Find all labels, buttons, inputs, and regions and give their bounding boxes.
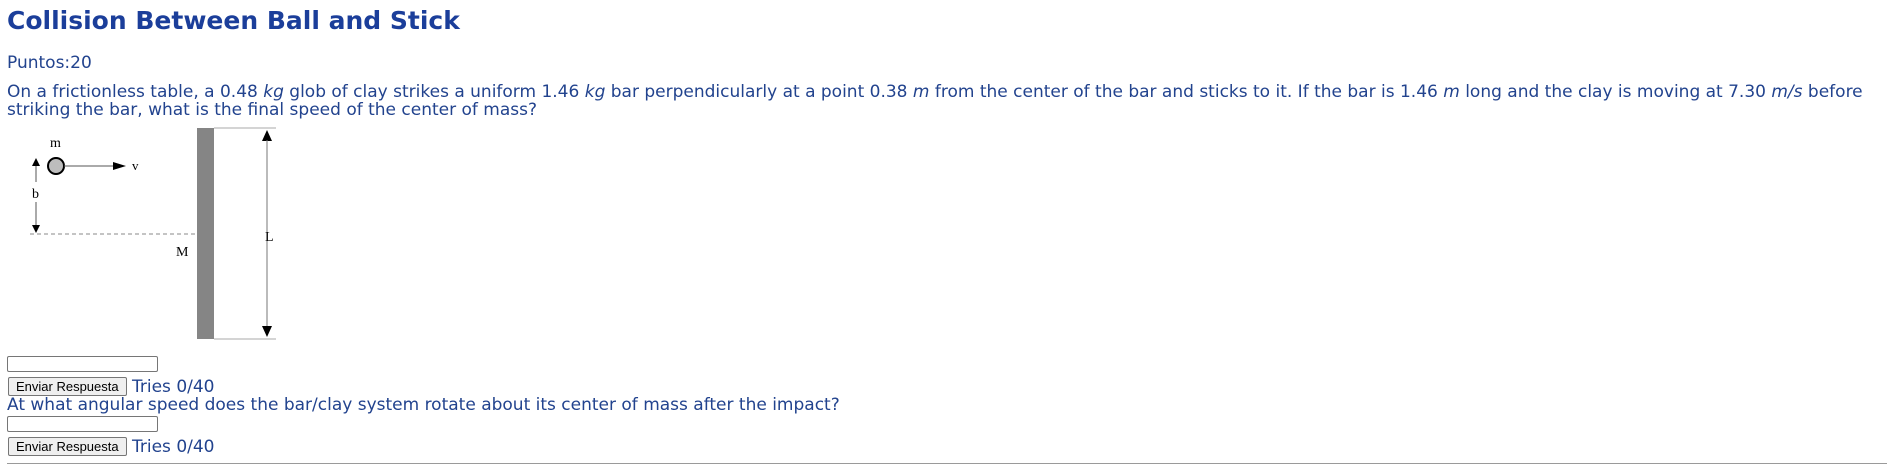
- label-b: b: [32, 187, 39, 202]
- bar: [197, 128, 214, 339]
- question-2-text: At what angular speed does the bar/clay …: [7, 395, 840, 415]
- page-title: Collision Between Ball and Stick: [7, 6, 460, 35]
- tries-counter-2: Tries 0/40: [132, 437, 215, 457]
- unit-ms: m/s: [1771, 82, 1803, 102]
- problem-text-5: long and the clay is moving at 7.30: [1459, 82, 1772, 102]
- points-label: Puntos:: [7, 53, 71, 73]
- unit-m-2: m: [1443, 82, 1460, 102]
- problem-text-4: from the center of the bar and sticks to…: [929, 82, 1444, 102]
- problem-text-3: bar perpendicularly at a point 0.38: [605, 82, 913, 102]
- velocity-arrow-icon: [113, 162, 126, 170]
- points-display: Puntos:20: [7, 53, 92, 73]
- submit-answer-button-1[interactable]: Enviar Respuesta: [8, 377, 127, 396]
- unit-kg-2: kg: [584, 82, 606, 102]
- points-value: 20: [70, 53, 92, 73]
- unit-kg-1: kg: [263, 82, 284, 102]
- answer-input-1[interactable]: [7, 356, 158, 372]
- submit-answer-button-2[interactable]: Enviar Respuesta: [8, 437, 127, 456]
- label-M: M: [176, 245, 189, 260]
- unit-m-1: m: [912, 82, 930, 102]
- tries-counter-1: Tries 0/40: [132, 377, 215, 397]
- L-arrow-up-icon: [262, 130, 272, 141]
- clay-ball: [47, 157, 65, 175]
- b-arrow-up-icon: [32, 158, 40, 166]
- label-L: L: [265, 230, 274, 245]
- collision-diagram: m v b M L: [30, 127, 276, 340]
- label-v: v: [132, 158, 139, 173]
- label-m: m: [50, 136, 61, 151]
- problem-text-2: glob of clay strikes a uniform 1.46: [283, 82, 585, 102]
- problem-text-1: On a frictionless table, a 0.48: [7, 82, 264, 102]
- b-arrow-down-icon: [32, 225, 40, 233]
- answer-input-2[interactable]: [7, 416, 158, 432]
- section-divider: [7, 463, 1887, 464]
- L-arrow-down-icon: [262, 326, 272, 337]
- problem-statement: On a frictionless table, a 0.48 kg glob …: [7, 83, 1887, 119]
